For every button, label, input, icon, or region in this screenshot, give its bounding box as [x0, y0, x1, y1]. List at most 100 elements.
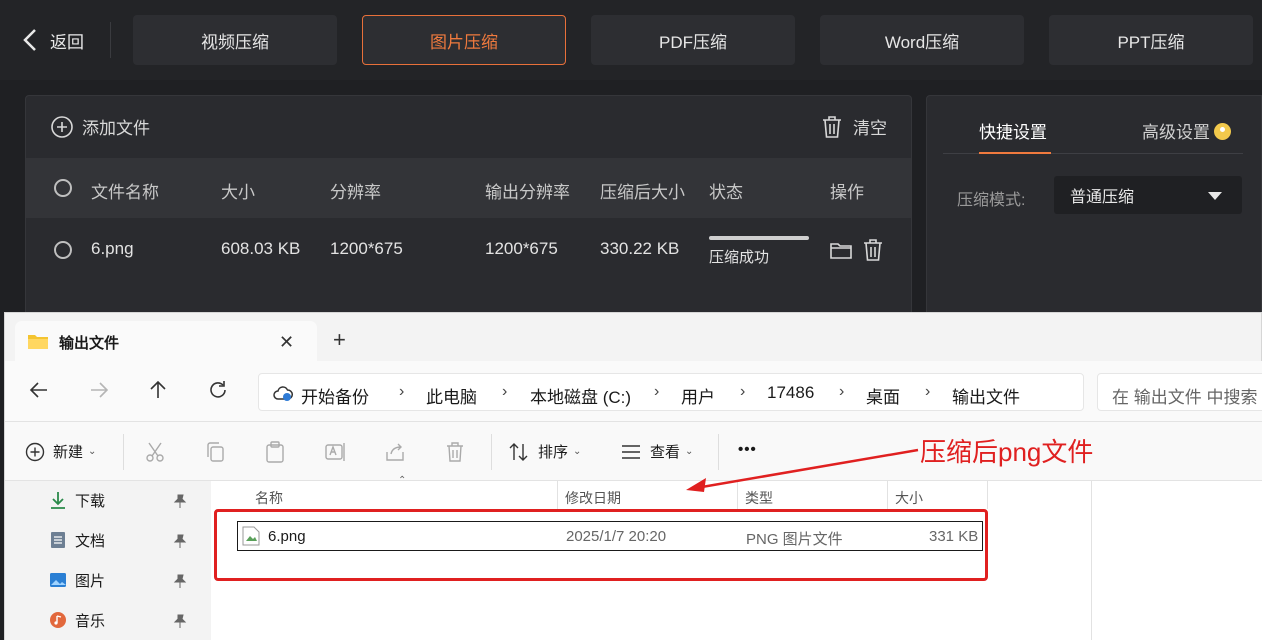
pin-icon — [173, 614, 187, 628]
col-compressed-size: 压缩后大小 — [600, 183, 685, 202]
cut-icon[interactable] — [143, 440, 167, 464]
compress-mode-value: 普通压缩 — [1070, 189, 1135, 206]
file-list-panel: 添加文件 清空 文件名称 大小 分辨率 输出分辨率 压缩后大小 状态 操作 6.… — [25, 95, 912, 325]
refresh-icon[interactable] — [206, 378, 230, 402]
breadcrumb-separator: › — [740, 383, 746, 400]
tab-quick-settings[interactable]: 快捷设置 — [979, 118, 1047, 143]
table-header: 文件名称 大小 分辨率 输出分辨率 压缩后大小 状态 操作 — [26, 158, 911, 218]
row-compressed-size: 330.22 KB — [600, 239, 680, 258]
tab-word[interactable]: Word压缩 — [820, 15, 1024, 65]
navigation-pane: 下载 文档 图片 音乐 — [5, 481, 211, 640]
breadcrumb-this-pc[interactable]: 此电脑 — [426, 383, 477, 408]
toolbar-divider — [123, 434, 124, 470]
back-button[interactable]: 返回 — [22, 26, 84, 54]
rename-icon[interactable] — [323, 440, 347, 464]
col-size: 大小 — [221, 183, 255, 202]
back-label: 返回 — [50, 32, 84, 52]
table-row: 6.png 608.03 KB 1200*675 1200*675 330.22… — [26, 218, 911, 282]
add-file-button[interactable]: 添加文件 — [50, 114, 150, 139]
col-output-resolution: 输出分辨率 — [485, 183, 570, 202]
app-header: 返回 视频压缩 图片压缩 PDF压缩 Word压缩 PPT压缩 — [0, 0, 1262, 80]
sort-button[interactable]: 排序 ⌄ — [508, 441, 581, 462]
new-button[interactable]: 新建 ⌄ — [25, 441, 96, 462]
breadcrumb-separator: › — [502, 383, 508, 400]
column-divider[interactable] — [557, 481, 558, 509]
breadcrumb-local-disk[interactable]: 本地磁盘 (C:) — [530, 383, 631, 408]
music-icon — [50, 612, 66, 628]
row-size: 608.03 KB — [221, 239, 301, 258]
new-tab-icon[interactable]: + — [333, 329, 346, 351]
document-icon — [51, 532, 65, 548]
open-folder-icon[interactable] — [829, 238, 853, 262]
sidebar-item-label: 文档 — [75, 532, 106, 550]
clear-label: 清空 — [853, 119, 887, 138]
sort-icon — [509, 442, 528, 461]
clear-button[interactable]: 清空 — [821, 114, 887, 139]
sort-label: 排序 — [538, 444, 569, 461]
tab-ppt[interactable]: PPT压缩 — [1049, 15, 1253, 65]
back-arrow-icon[interactable] — [27, 378, 51, 402]
col-name[interactable]: 名称 — [255, 488, 283, 508]
column-divider[interactable] — [987, 481, 988, 509]
address-bar[interactable]: 开始备份 › 此电脑 › 本地磁盘 (C:) › 用户 › 17486 › 桌面… — [258, 373, 1084, 411]
sidebar-item-label: 音乐 — [75, 612, 106, 630]
vip-badge-icon — [1214, 123, 1231, 140]
share-icon[interactable] — [383, 440, 407, 464]
paste-icon[interactable] — [263, 440, 287, 464]
backup-cloud-icon — [273, 386, 293, 401]
chevron-down-icon: ⌄ — [573, 446, 582, 457]
breadcrumb-backup[interactable]: 开始备份 — [301, 383, 369, 408]
breadcrumb-separator: › — [654, 383, 660, 400]
delete-row-icon[interactable] — [861, 238, 885, 262]
explorer-navbar: 开始备份 › 此电脑 › 本地磁盘 (C:) › 用户 › 17486 › 桌面… — [5, 361, 1262, 421]
toolbar-divider — [491, 434, 492, 470]
row-output-resolution: 1200*675 — [485, 239, 558, 258]
breadcrumb-output-folder[interactable]: 输出文件 — [952, 383, 1020, 408]
row-select-radio[interactable] — [54, 241, 72, 259]
pin-icon — [173, 494, 187, 508]
new-label: 新建 — [53, 444, 84, 461]
sidebar-item-documents[interactable]: 文档 — [49, 529, 105, 551]
delete-icon[interactable] — [443, 440, 467, 464]
sidebar-item-pictures[interactable]: 图片 — [49, 569, 105, 591]
tab-pdf[interactable]: PDF压缩 — [591, 15, 795, 65]
col-filename: 文件名称 — [91, 183, 159, 202]
breadcrumb-separator: › — [925, 383, 931, 400]
explorer-tab[interactable]: 输出文件 ✕ — [15, 321, 317, 361]
settings-panel: 快捷设置 高级设置 压缩模式: 普通压缩 — [926, 95, 1262, 325]
breadcrumb-users[interactable]: 用户 — [681, 383, 715, 408]
search-placeholder: 在 输出文件 中搜索 — [1112, 388, 1258, 407]
folder-icon — [28, 335, 48, 349]
breadcrumb-desktop[interactable]: 桌面 — [866, 383, 900, 408]
pin-icon — [173, 574, 187, 588]
sidebar-item-label: 图片 — [75, 572, 106, 590]
plus-circle-icon — [25, 442, 45, 461]
copy-icon[interactable] — [203, 440, 227, 464]
search-input[interactable]: 在 输出文件 中搜索 — [1097, 373, 1262, 411]
row-filename: 6.png — [91, 239, 134, 258]
row-status: 压缩成功 — [709, 249, 770, 266]
tab-image[interactable]: 图片压缩 — [362, 15, 566, 65]
sidebar-item-music[interactable]: 音乐 — [49, 609, 105, 631]
col-modified-date[interactable]: 修改日期 — [565, 488, 621, 508]
col-resolution: 分辨率 — [330, 183, 381, 202]
pane-divider — [1091, 481, 1092, 640]
breadcrumb-separator: › — [399, 383, 405, 400]
compress-mode-select[interactable]: 普通压缩 — [1054, 176, 1242, 214]
breadcrumb-separator: › — [839, 383, 845, 400]
advanced-settings-label: 高级设置 — [1142, 123, 1210, 142]
header-divider — [110, 22, 111, 58]
sidebar-item-downloads[interactable]: 下载 — [49, 489, 105, 511]
view-list-icon — [622, 444, 640, 459]
tab-video[interactable]: 视频压缩 — [133, 15, 337, 65]
up-arrow-icon[interactable] — [146, 378, 170, 402]
annotation-label: 压缩后png文件 — [920, 437, 1094, 467]
sidebar-item-label: 下载 — [75, 492, 106, 510]
breadcrumb-user-id[interactable]: 17486 — [767, 383, 814, 403]
close-tab-icon[interactable]: ✕ — [279, 332, 294, 353]
view-label: 查看 — [650, 444, 681, 461]
caret-down-icon — [1208, 192, 1222, 200]
tab-advanced-settings[interactable]: 高级设置 — [1142, 118, 1231, 143]
select-all-radio[interactable] — [54, 179, 72, 197]
forward-arrow-icon[interactable] — [87, 378, 111, 402]
